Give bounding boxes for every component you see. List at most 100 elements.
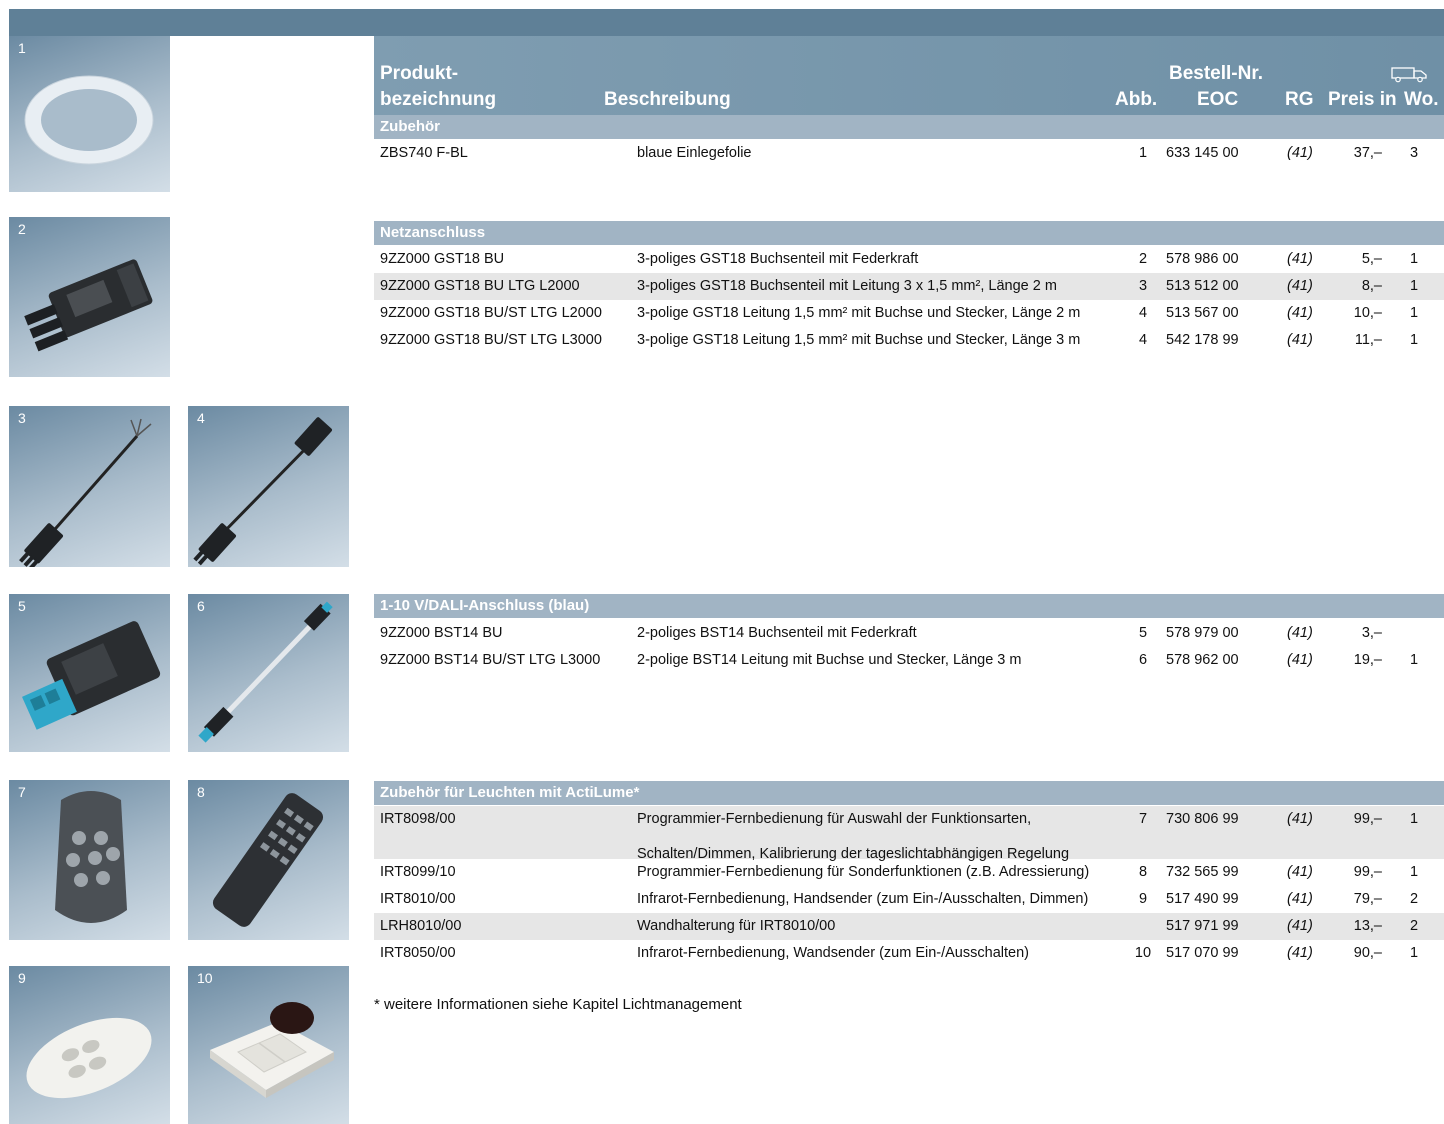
product-description: Programmier-Fernbedienung für Auswahl de… <box>637 811 1032 827</box>
price-group: (41) <box>1287 625 1313 641</box>
header-beschreibung: Beschreibung <box>604 89 731 110</box>
delivery-weeks: 1 <box>1409 652 1419 668</box>
price-group: (41) <box>1287 251 1313 267</box>
footnote: * weitere Informationen siehe Kapitel Li… <box>374 996 742 1013</box>
product-description: Wandhalterung für IRT8010/00 <box>637 918 836 934</box>
price-group: (41) <box>1287 945 1313 961</box>
cable-plug-socket-icon <box>193 417 332 566</box>
order-number: 517 490 99 <box>1166 891 1239 907</box>
header-wo: Wo. <box>1404 89 1439 110</box>
delivery-weeks: 1 <box>1409 945 1419 961</box>
price: 3,– <box>1361 625 1382 641</box>
price-group: (41) <box>1287 332 1313 348</box>
gst18-socket-icon <box>24 259 153 352</box>
header-abb: Abb. <box>1115 89 1158 110</box>
table-row: IRT8099/10 Programmier-Fernbedienung für… <box>374 859 1444 886</box>
order-number: 578 962 00 <box>1166 652 1239 668</box>
product-name: 9ZZ000 GST18 BU/ST LTG L2000 <box>380 305 602 321</box>
section-actilume: Zubehör für Leuchten mit ActiLume* <box>374 781 1444 805</box>
header-produkt-line2: bezeichnung <box>380 89 497 110</box>
wall-transmitter-icon <box>210 1002 334 1098</box>
product-description: 3-poliges GST18 Buchsenteil mit Leitung … <box>637 278 1057 294</box>
table-row: 9ZZ000 GST18 BU/ST LTG L2000 3-polige GS… <box>374 300 1444 327</box>
order-number: 517 971 99 <box>1166 918 1239 934</box>
cable-open-end-icon <box>19 418 152 567</box>
product-image-8: 8 <box>188 780 349 940</box>
price: 11,– <box>1354 332 1382 348</box>
product-image-6: 6 <box>188 594 349 752</box>
foil-ring-icon <box>24 75 154 165</box>
handheld-remote-icon <box>26 1017 152 1099</box>
product-image-7: 7 <box>9 780 170 940</box>
figure-number: 9 <box>1138 891 1148 907</box>
delivery-weeks: 1 <box>1409 305 1419 321</box>
product-image-10: 10 <box>188 966 349 1124</box>
product-image-9: 9 <box>9 966 170 1124</box>
product-description: Infrarot-Fernbedienung, Handsender (zum … <box>637 891 1089 907</box>
order-number: 578 979 00 <box>1166 625 1239 641</box>
order-number: 633 145 00 <box>1166 145 1239 161</box>
table-row: 9ZZ000 BST14 BU 2-poliges BST14 Buchsent… <box>374 620 1444 647</box>
product-description: blaue Einlegefolie <box>637 145 752 161</box>
price-group: (41) <box>1287 864 1313 880</box>
table-row: 9ZZ000 BST14 BU/ST LTG L3000 2-polige BS… <box>374 647 1444 674</box>
order-number: 578 986 00 <box>1166 251 1239 267</box>
price: 13,– <box>1353 918 1382 934</box>
price-group: (41) <box>1287 891 1313 907</box>
product-name: ZBS740 F-BL <box>380 145 468 161</box>
product-image-2: 2 <box>9 217 170 377</box>
product-description: Infrarot-Fernbedienung, Wandsender (zum … <box>637 945 1029 961</box>
order-number: 542 178 99 <box>1166 332 1239 348</box>
figure-number: 4 <box>1138 305 1148 321</box>
price-group: (41) <box>1287 278 1313 294</box>
delivery-weeks: 1 <box>1409 332 1419 348</box>
table-row: 9ZZ000 GST18 BU LTG L2000 3-poliges GST1… <box>374 273 1444 300</box>
product-name: 9ZZ000 BST14 BU/ST LTG L3000 <box>380 652 601 668</box>
product-name: 9ZZ000 GST18 BU <box>380 251 505 267</box>
header-eoc: EOC <box>1197 89 1239 110</box>
figure-number: 6 <box>1138 652 1148 668</box>
product-description: Programmier-Fernbedienung für Sonderfunk… <box>637 864 1090 880</box>
product-name: IRT8050/00 <box>380 945 456 961</box>
table-header: Produkt- bezeichnung Beschreibung Abb. B… <box>374 36 1444 115</box>
delivery-weeks: 3 <box>1409 145 1419 161</box>
order-number: 732 565 99 <box>1166 864 1239 880</box>
figure-number: 10 <box>1134 945 1152 961</box>
header-bestell-nr: Bestell-Nr. <box>1169 63 1263 84</box>
product-description: 2-polige BST14 Leitung mit Buchse und St… <box>637 652 1022 668</box>
product-name: IRT8098/00 <box>380 811 456 827</box>
price: 37,– <box>1353 145 1382 161</box>
delivery-truck-icon <box>1391 67 1427 83</box>
price-group: (41) <box>1287 918 1313 934</box>
table-row: LRH8010/00 Wandhalterung für IRT8010/00 … <box>374 913 1444 940</box>
product-name: LRH8010/00 <box>380 918 462 934</box>
delivery-weeks: 1 <box>1409 811 1419 827</box>
bst14-cable-icon <box>198 601 333 743</box>
figure-number: 1 <box>1138 145 1148 161</box>
header-rg: RG <box>1285 89 1314 110</box>
table-row: IRT8010/00 Infrarot-Fernbedienung, Hands… <box>374 886 1444 913</box>
product-description: 3-polige GST18 Leitung 1,5 mm² mit Buchs… <box>637 305 1081 321</box>
price: 99,– <box>1353 811 1382 827</box>
product-image-5: 5 <box>9 594 170 752</box>
order-number: 513 567 00 <box>1166 305 1239 321</box>
price-group: (41) <box>1287 811 1313 827</box>
order-number: 517 070 99 <box>1166 945 1239 961</box>
figure-number: 4 <box>1138 332 1148 348</box>
top-bar <box>9 9 1444 36</box>
price-group: (41) <box>1287 145 1313 161</box>
table-row: IRT8050/00 Infrarot-Fernbedienung, Wands… <box>374 940 1444 967</box>
product-description: 3-polige GST18 Leitung 1,5 mm² mit Buchs… <box>637 332 1081 348</box>
delivery-weeks: 2 <box>1409 918 1419 934</box>
price: 8,– <box>1361 278 1382 294</box>
figure-number: 3 <box>1138 278 1148 294</box>
figure-number: 7 <box>1138 811 1148 827</box>
table-row: 9ZZ000 GST18 BU/ST LTG L3000 3-polige GS… <box>374 327 1444 354</box>
header-produkt-line1: Produkt- <box>380 63 459 84</box>
order-number: 730 806 99 <box>1166 811 1239 827</box>
price: 79,– <box>1353 891 1382 907</box>
product-name: 9ZZ000 BST14 BU <box>380 625 503 641</box>
figure-number: 8 <box>1138 864 1148 880</box>
delivery-weeks: 1 <box>1409 251 1419 267</box>
section-netzanschluss: Netzanschluss <box>374 221 1444 245</box>
